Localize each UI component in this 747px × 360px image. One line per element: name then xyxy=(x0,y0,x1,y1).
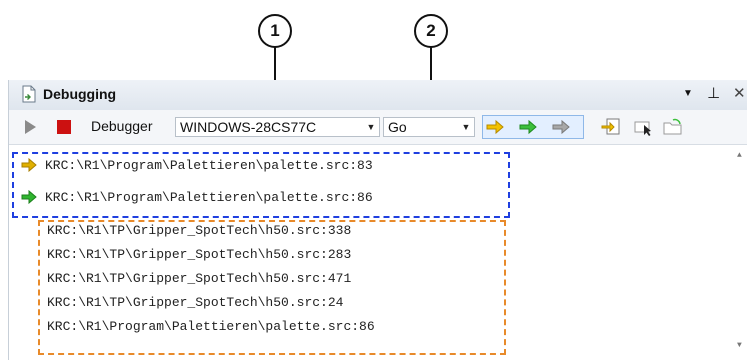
mode-combobox[interactable]: Go ▼ xyxy=(383,117,475,137)
debugging-panel: Debugging ▼ ⊥ ✕ Debugger WINDOWS-28CS77C… xyxy=(8,80,747,360)
close-icon[interactable]: ✕ xyxy=(733,84,746,102)
target-chevron-down-icon[interactable]: ▼ xyxy=(365,118,377,136)
list-item-current-83[interactable]: KRC:\R1\Program\Palettieren\palette.src:… xyxy=(45,158,373,173)
run-icon[interactable] xyxy=(23,119,37,140)
scroll-down-icon[interactable]: ▼ xyxy=(737,341,742,350)
panel-title: Debugging xyxy=(43,86,117,102)
list-item[interactable]: KRC:\R1\Program\Palettieren\palette.src:… xyxy=(47,319,375,334)
scroll-up-icon[interactable]: ▲ xyxy=(737,151,742,160)
yellow-arrow-icon xyxy=(21,157,37,176)
target-combobox[interactable]: WINDOWS-28CS77C ▼ xyxy=(175,117,380,137)
select-icon[interactable] xyxy=(631,116,655,138)
stop-icon[interactable] xyxy=(57,120,71,139)
panel-titlebar: Debugging ▼ ⊥ ✕ xyxy=(9,80,747,111)
debug-toolbar: Debugger WINDOWS-28CS77C ▼ Go ▼ xyxy=(9,110,747,145)
step-yellow-arrow-icon[interactable] xyxy=(483,116,507,138)
step-green-arrow-icon[interactable] xyxy=(516,116,540,138)
add-target-icon[interactable] xyxy=(599,116,623,138)
callout-2: 2 xyxy=(414,14,448,48)
step-gray-arrow-icon[interactable] xyxy=(549,116,573,138)
document-icon xyxy=(21,85,37,108)
panel-dropdown-icon[interactable]: ▼ xyxy=(683,88,693,99)
debugger-label: Debugger xyxy=(91,118,153,134)
mode-chevron-down-icon[interactable]: ▼ xyxy=(460,118,472,136)
folder-icon[interactable] xyxy=(661,116,685,138)
pin-icon[interactable]: ⊥ xyxy=(707,84,720,102)
list-item[interactable]: KRC:\R1\TP\Gripper_SpotTech\h50.src:24 xyxy=(47,295,343,310)
stack-frames-highlight xyxy=(38,220,506,355)
list-item-current-86[interactable]: KRC:\R1\Program\Palettieren\palette.src:… xyxy=(45,190,373,205)
list-item[interactable]: KRC:\R1\TP\Gripper_SpotTech\h50.src:471 xyxy=(47,271,351,286)
callout-1: 1 xyxy=(258,14,292,48)
list-item[interactable]: KRC:\R1\TP\Gripper_SpotTech\h50.src:283 xyxy=(47,247,351,262)
green-arrow-icon xyxy=(21,189,37,208)
list-item[interactable]: KRC:\R1\TP\Gripper_SpotTech\h50.src:338 xyxy=(47,223,351,238)
call-stack-list: KRC:\R1\Program\Palettieren\palette.src:… xyxy=(9,145,747,360)
target-value: WINDOWS-28CS77C xyxy=(180,119,317,135)
mode-value: Go xyxy=(388,119,407,135)
